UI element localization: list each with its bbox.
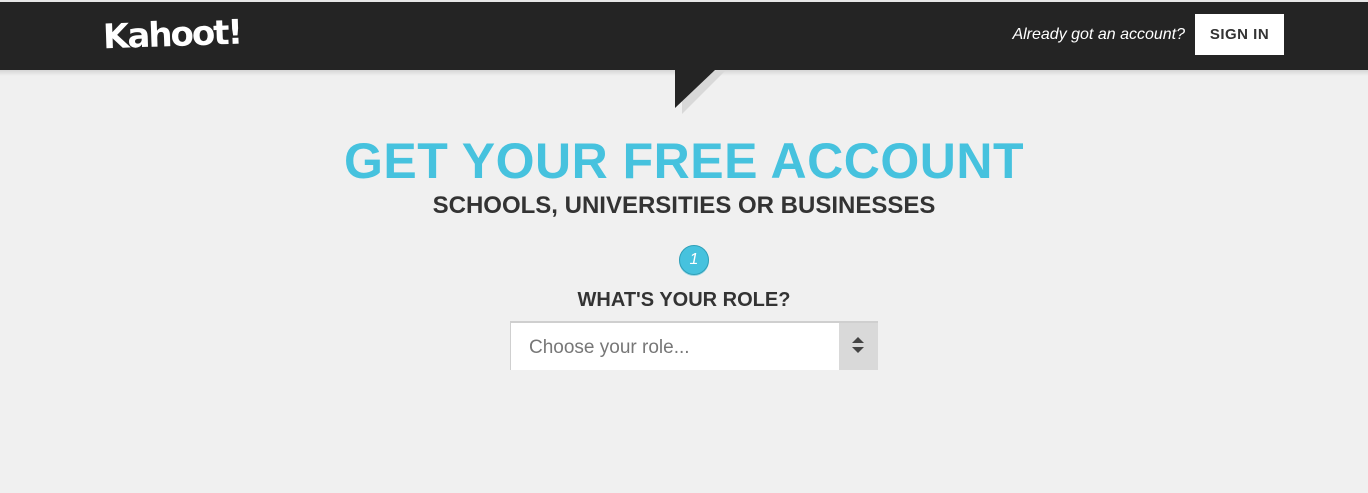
role-select[interactable]: Choose your role... — [510, 321, 878, 370]
step-number-badge: 1 — [679, 245, 709, 275]
role-question-label: WHAT'S YOUR ROLE? — [577, 289, 791, 311]
arrow-up-icon — [852, 337, 864, 343]
page-subtitle: SCHOOLS, UNIVERSITIES OR BUSINESSES — [432, 192, 936, 219]
page-title: GET YOUR FREE ACCOUNT — [344, 133, 1024, 189]
kahoot-logo[interactable]: Kahoot! — [102, 10, 242, 61]
updown-arrows-icon[interactable] — [839, 323, 878, 370]
role-select-value: Choose your role... — [529, 337, 690, 358]
speech-tail — [675, 70, 715, 108]
sign-in-button[interactable]: SIGN IN — [1195, 14, 1284, 55]
header-bar: Kahoot! Already got an account? SIGN IN — [0, 2, 1368, 70]
arrow-down-icon — [852, 347, 864, 353]
account-prompt: Already got an account? — [1012, 26, 1185, 43]
